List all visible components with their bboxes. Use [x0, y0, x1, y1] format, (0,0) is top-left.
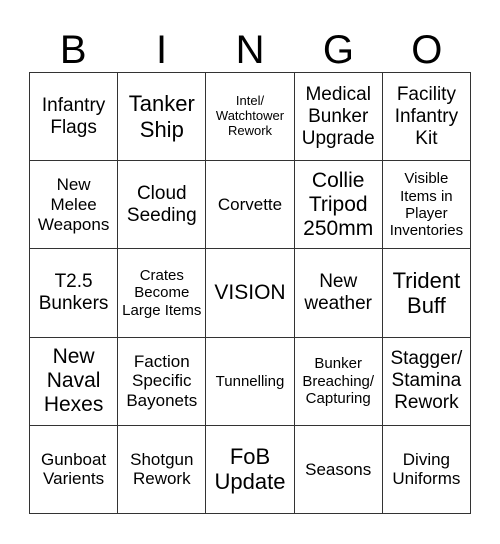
- bingo-cell[interactable]: T2.5 Bunkers: [30, 249, 119, 338]
- bingo-cell[interactable]: New Naval Hexes: [30, 337, 119, 426]
- bingo-cell[interactable]: Gunboat Varients: [30, 425, 119, 514]
- bingo-cell[interactable]: Cloud Seeding: [118, 161, 207, 250]
- bingo-cell[interactable]: Diving Uniforms: [382, 425, 471, 514]
- bingo-cell[interactable]: Trident Buff: [382, 249, 471, 338]
- bingo-card-grid: Infantry Flags Tanker Ship Intel/ Watcht…: [29, 72, 471, 514]
- bingo-cell[interactable]: Bunker Breaching/ Capturing: [294, 337, 383, 426]
- header-letter-i: I: [156, 28, 168, 72]
- bingo-cell[interactable]: Visible Items in Player Inventories: [382, 161, 471, 250]
- bingo-cell[interactable]: Intel/ Watchtower Rework: [206, 73, 295, 162]
- bingo-cell[interactable]: Shotgun Rework: [118, 425, 207, 514]
- bingo-cell[interactable]: Faction Specific Bayonets: [118, 337, 207, 426]
- bingo-cell[interactable]: Facility Infantry Kit: [382, 73, 471, 162]
- bingo-cell[interactable]: Crates Become Large Items: [118, 249, 207, 338]
- bingo-cell[interactable]: New Melee Weapons: [30, 161, 119, 250]
- bingo-cell[interactable]: Seasons: [294, 425, 383, 514]
- bingo-cell[interactable]: Medical Bunker Upgrade: [294, 73, 383, 162]
- bingo-header: B I N G O: [29, 28, 471, 72]
- bingo-cell[interactable]: Tanker Ship: [118, 73, 207, 162]
- header-letter-b: B: [59, 28, 87, 72]
- bingo-cell[interactable]: Corvette: [206, 161, 295, 250]
- header-letter-o: O: [411, 28, 443, 72]
- bingo-cell[interactable]: FoB Update: [206, 425, 295, 514]
- bingo-cell[interactable]: Tunnelling: [206, 337, 295, 426]
- bingo-cell[interactable]: VISION: [206, 249, 295, 338]
- bingo-cell[interactable]: New weather: [294, 249, 383, 338]
- bingo-cell[interactable]: Collie Tripod 250mm: [294, 161, 383, 250]
- header-letter-n: N: [235, 28, 265, 72]
- bingo-cell[interactable]: Infantry Flags: [30, 73, 119, 162]
- bingo-cell[interactable]: Stagger/ Stamina Rework: [382, 337, 471, 426]
- header-letter-g: G: [322, 28, 354, 72]
